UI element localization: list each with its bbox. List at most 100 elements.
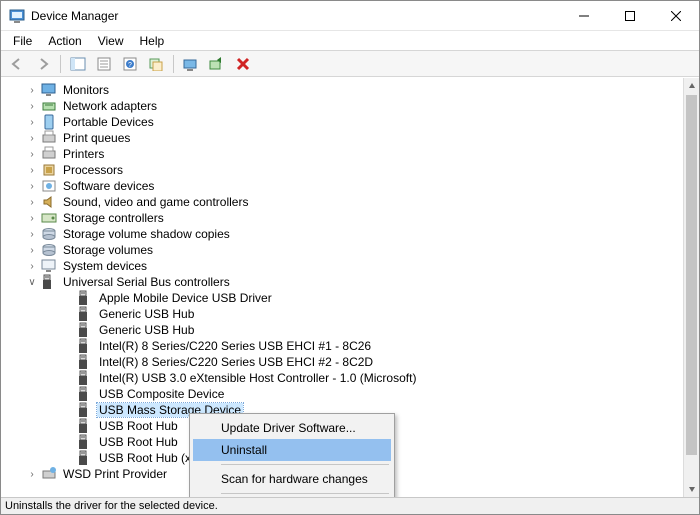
usb-icon [77,338,93,354]
window-controls [561,1,699,30]
titlebar: Device Manager [1,1,699,31]
usb-icon [77,450,93,466]
usb-icon [77,290,93,306]
scroll-track[interactable] [684,456,699,481]
tree-category-label: Processors [61,163,125,177]
ctx-update-driver[interactable]: Update Driver Software... [193,417,391,439]
forward-button[interactable] [31,53,55,75]
chevron-right-icon[interactable]: › [25,213,39,224]
tree-item-label: Generic USB Hub [97,323,196,337]
system-icon [41,258,57,274]
ctx-scan-hardware[interactable]: Scan for hardware changes [193,468,391,490]
tree-category[interactable]: › Storage volumes [7,242,683,258]
menu-help[interactable]: Help [132,33,173,49]
tree-category[interactable]: › Sound, video and game controllers [7,194,683,210]
tree-category-label: Sound, video and game controllers [61,195,250,209]
close-button[interactable] [653,1,699,30]
statusbar: Uninstalls the driver for the selected d… [1,497,699,514]
tree-item[interactable]: ›Intel(R) USB 3.0 eXtensible Host Contro… [7,370,683,386]
usb-icon [77,418,93,434]
tree-category[interactable]: › Printers [7,146,683,162]
tree-category[interactable]: › Print queues [7,130,683,146]
chevron-right-icon[interactable]: › [25,85,39,96]
chevron-right-icon[interactable]: › [25,181,39,192]
tree-category[interactable]: ›Monitors [7,82,683,98]
scroll-up-icon[interactable] [684,78,699,94]
tree-category-label: Universal Serial Bus controllers [61,275,232,289]
back-button[interactable] [5,53,29,75]
vertical-scrollbar[interactable] [683,78,699,497]
tree-category-label: Network adapters [61,99,159,113]
tree-category[interactable]: ›Software devices [7,178,683,194]
ctx-uninstall[interactable]: Uninstall [193,439,391,461]
device-manager-window: Device Manager File Action View Help [0,0,700,515]
usb-icon [77,354,93,370]
tree-item-label: Intel(R) USB 3.0 eXtensible Host Control… [97,371,418,385]
tree-item[interactable]: ›Intel(R) 8 Series/C220 Series USB EHCI … [7,354,683,370]
usb-cat-icon [41,274,57,290]
tree-item-label: USB Composite Device [97,387,226,401]
tree-item[interactable]: ›Generic USB Hub [7,322,683,338]
tree-category[interactable]: › Network adapters [7,98,683,114]
scroll-down-icon[interactable] [684,481,699,497]
chevron-right-icon[interactable]: › [25,101,39,112]
tree-item[interactable]: ›USB Composite Device [7,386,683,402]
tree-item[interactable]: ›Generic USB Hub [7,306,683,322]
tree-category[interactable]: › Processors [7,162,683,178]
printq-icon [41,130,57,146]
menu-view[interactable]: View [90,33,132,49]
tree-category-label: Print queues [61,131,132,145]
disable-button[interactable] [231,53,255,75]
chevron-right-icon[interactable]: › [25,229,39,240]
storage-ctrl-icon [41,210,57,226]
properties-button[interactable] [92,53,116,75]
usb-icon [77,386,93,402]
tree-item-label: Intel(R) 8 Series/C220 Series USB EHCI #… [97,339,373,353]
chevron-right-icon[interactable]: › [25,261,39,272]
tree-category-label: WSD Print Provider [61,467,169,481]
maximize-button[interactable] [607,1,653,30]
chevron-down-icon[interactable]: ∨ [25,277,39,288]
update-driver-button[interactable] [179,53,203,75]
minimize-button[interactable] [561,1,607,30]
scroll-thumb[interactable] [686,95,697,455]
tree-category[interactable]: › Storage volume shadow copies [7,226,683,242]
cpu-icon [41,162,57,178]
help-button[interactable]: ? [118,53,142,75]
chevron-right-icon[interactable]: › [25,469,39,480]
software-icon [41,178,57,194]
tree-category[interactable]: › System devices [7,258,683,274]
chevron-right-icon[interactable]: › [25,149,39,160]
usb-icon [77,402,93,418]
show-hide-tree-button[interactable] [66,53,90,75]
tree-category-label: Storage volume shadow copies [61,227,232,241]
tree-item-label: USB Root Hub [97,419,180,433]
menu-file[interactable]: File [5,33,40,49]
tree-item-label: Intel(R) 8 Series/C220 Series USB EHCI #… [97,355,375,369]
tree-item[interactable]: ›Intel(R) 8 Series/C220 Series USB EHCI … [7,338,683,354]
toolbar: ? [1,51,699,77]
context-menu: Update Driver Software... Uninstall Scan… [189,413,395,497]
chevron-right-icon[interactable]: › [25,245,39,256]
chevron-right-icon[interactable]: › [25,197,39,208]
tree-category-label: Printers [61,147,106,161]
chevron-right-icon[interactable]: › [25,133,39,144]
status-text: Uninstalls the driver for the selected d… [5,500,218,512]
chevron-right-icon[interactable]: › [25,117,39,128]
tree-category-label: System devices [61,259,149,273]
sound-icon [41,194,57,210]
app-icon [9,8,25,24]
tree-item[interactable]: ›Apple Mobile Device USB Driver [7,290,683,306]
tree-category-label: Storage volumes [61,243,155,257]
chevron-right-icon[interactable]: › [25,165,39,176]
printer-icon [41,146,57,162]
portable-icon [41,114,57,130]
usb-icon [77,434,93,450]
tree-category-label: Portable Devices [61,115,156,129]
menu-action[interactable]: Action [40,33,89,49]
scan-hardware-button[interactable] [144,53,168,75]
tree-category[interactable]: › Portable Devices [7,114,683,130]
tree-category[interactable]: ∨ Universal Serial Bus controllers [7,274,683,290]
uninstall-button[interactable] [205,53,229,75]
tree-category[interactable]: ›Storage controllers [7,210,683,226]
